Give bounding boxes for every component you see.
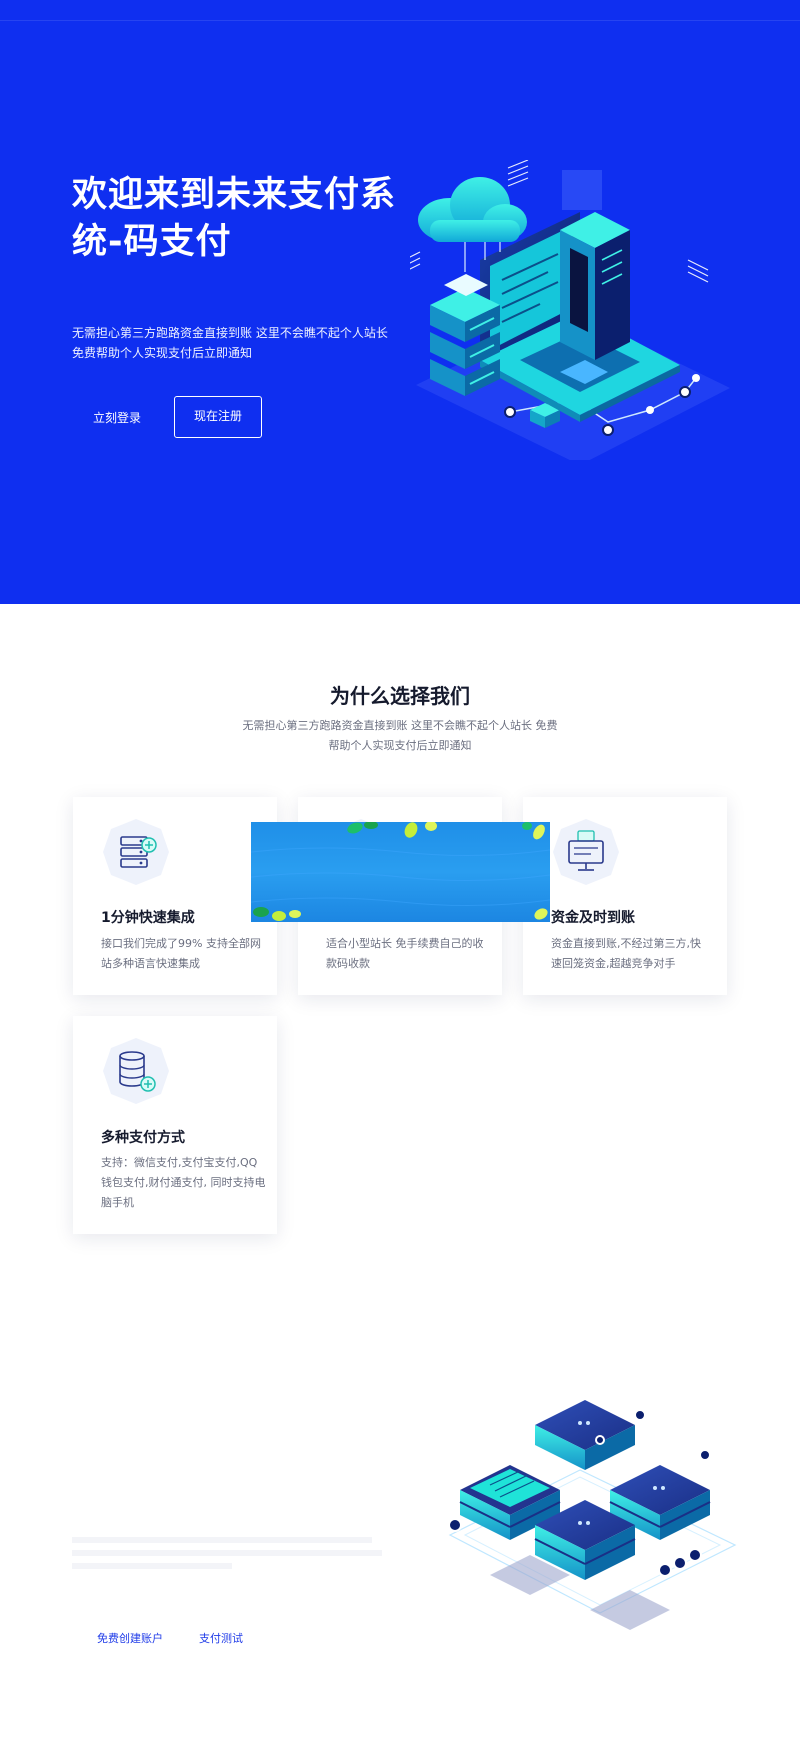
- feature-desc: 支持：微信支付,支付宝支付,QQ钱包支付,财付通支付, 同时支持电脑手机: [101, 1156, 266, 1209]
- hero-title: 欢迎来到未来支付系统-码支付: [72, 175, 397, 262]
- create-account-button[interactable]: 免费创建账户: [80, 1624, 180, 1654]
- feature-card-methods: 多种支付方式 支持：微信支付,支付宝支付,QQ钱包支付,财付通支付, 同时支持电…: [73, 1016, 277, 1234]
- why-subtitle: 无需担心第三方跑路资金直接到账 这里不会瞧不起个人站长 免费帮助个人实现支付后立…: [242, 719, 558, 752]
- hero-subtitle: 无需担心第三方跑路资金直接到账 这里不会瞧不起个人站长 免费帮助个人实现支付后立…: [72, 326, 388, 360]
- feature-title: 1分钟快速集成: [101, 910, 195, 926]
- faded-text-block: [72, 1530, 392, 1576]
- leaf-banner-image: [251, 822, 550, 922]
- feature-title: 多种支付方式: [101, 1130, 185, 1146]
- monitor-icon: [553, 819, 619, 885]
- feature-desc: 接口我们完成了99% 支持全部网站多种语言快速集成: [101, 937, 261, 970]
- feature-title: 资金及时到账: [551, 910, 635, 926]
- payment-test-button[interactable]: 支付测试: [184, 1624, 258, 1654]
- isometric-chips-illustration: [448, 1400, 737, 1630]
- server-laptop-cloud-illustration: [410, 160, 730, 460]
- feature-card-settlement: 资金及时到账 资金直接到账,不经过第三方,快速回笼资金,超越竞争对手: [523, 797, 727, 995]
- register-button[interactable]: 现在注册: [174, 396, 262, 438]
- feature-desc: 适合小型站长 免手续费自己的收款码收款: [326, 937, 484, 970]
- hero-section: 欢迎来到未来支付系统-码支付 无需担心第三方跑路资金直接到账 这里不会瞧不起个人…: [0, 0, 800, 604]
- database-icon: [103, 1038, 169, 1104]
- server-icon: [103, 819, 169, 885]
- login-button[interactable]: 立刻登录: [72, 398, 162, 438]
- feature-card-integration: 1分钟快速集成 接口我们完成了99% 支持全部网站多种语言快速集成: [73, 797, 277, 995]
- why-title: 为什么选择我们: [330, 684, 470, 708]
- feature-desc: 资金直接到账,不经过第三方,快速回笼资金,超越竞争对手: [551, 937, 701, 970]
- hero-divider: [0, 20, 800, 21]
